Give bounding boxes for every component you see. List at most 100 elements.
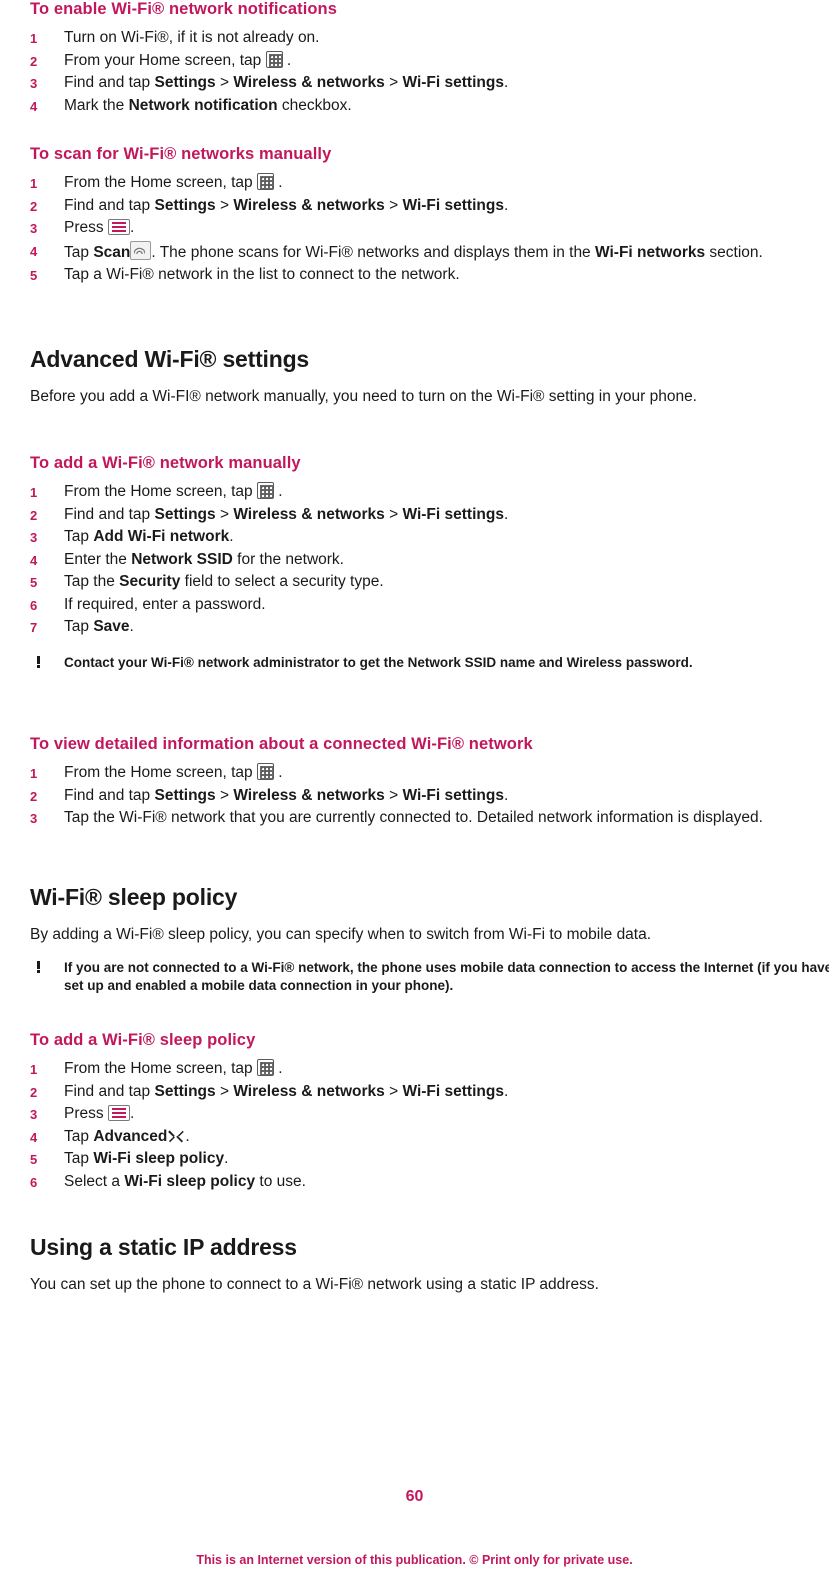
list-item: 6 If required, enter a password.	[30, 595, 820, 616]
step-text-post: .	[282, 51, 292, 69]
step-number: 3	[30, 221, 38, 236]
step-text: From the Home screen, tap	[64, 764, 257, 781]
step-text: Find and tap	[64, 1082, 155, 1100]
step-number: 2	[30, 788, 38, 804]
separator: >	[384, 505, 403, 523]
step-list: 1 From the Home screen, tap . 2 Find and…	[30, 173, 820, 286]
list-item: 2 Find and tap Settings > Wireless & net…	[30, 786, 820, 807]
ui-term: Wireless password	[566, 655, 689, 670]
ui-term: Wireless & networks	[233, 505, 385, 523]
footer-note-rest: © Print only for private use.	[469, 1553, 633, 1567]
ui-term: Wireless & networks	[233, 196, 385, 214]
step-text: Tap the Wi-Fi® network that you are curr…	[64, 809, 763, 826]
list-item: 3 Tap the Wi-Fi® network that you are cu…	[30, 808, 764, 829]
step-text: Press	[64, 1105, 108, 1122]
list-item: 5 Tap Wi-Fi sleep policy.	[30, 1149, 820, 1170]
separator: >	[215, 1082, 234, 1100]
procedure-title: To add a Wi-Fi® network manually	[30, 454, 301, 472]
ui-term: Network SSID	[407, 655, 497, 670]
step-text: Tap	[64, 528, 94, 545]
section-add-network: To add a Wi-Fi® network manually 1 From …	[30, 454, 820, 640]
procedure-title: To scan for Wi-Fi® networks manually	[30, 145, 332, 163]
step-text: Tap	[64, 1127, 94, 1145]
note-text-mid: name and	[496, 655, 567, 670]
step-text-post: checkbox.	[277, 96, 352, 114]
apps-grid-icon	[256, 763, 274, 780]
step-text: Turn on Wi-Fi®, if it is not already on.	[64, 29, 320, 46]
list-item: 2 From your Home screen, tap .	[30, 50, 820, 72]
step-number: 6	[30, 597, 38, 613]
ui-term: Wi-Fi settings	[402, 196, 504, 214]
step-text-post: for the network.	[232, 550, 344, 568]
ui-term: Settings	[154, 505, 216, 523]
list-item: 4 Tap Advanced .	[30, 1127, 820, 1148]
list-item: 5 Tap the Security field to select a sec…	[30, 572, 820, 593]
step-number: 3	[30, 76, 38, 91]
apps-grid-icon	[265, 50, 283, 68]
step-text-post: .	[503, 196, 509, 214]
step-text: Find and tap	[64, 196, 155, 214]
step-text-post: .	[273, 1060, 283, 1077]
ui-term: Wi-Fi settings	[402, 74, 504, 91]
warning-icon	[33, 655, 43, 670]
apps-grid-icon	[256, 173, 274, 190]
note-text-post: .	[688, 655, 693, 670]
ui-term: Settings	[154, 1082, 216, 1100]
step-text: Enter the	[64, 550, 132, 568]
step-text-post: field to select a security type.	[180, 573, 384, 590]
apps-grid-icon	[256, 482, 274, 499]
menu-key-icon	[107, 219, 130, 235]
step-text-post: .	[129, 1105, 135, 1122]
step-text: Mark the	[64, 96, 129, 114]
step-text-post: .	[273, 764, 283, 781]
step-text: From your Home screen, tap	[64, 51, 266, 69]
list-item: 6 Select a Wi-Fi sleep policy to use.	[30, 1172, 820, 1193]
ui-term: Security	[119, 573, 181, 590]
ui-term: Advanced	[93, 1127, 168, 1145]
step-number: 2	[30, 198, 38, 214]
ui-term: Wi-Fi settings	[402, 1082, 504, 1100]
step-text: Find and tap	[64, 505, 155, 523]
step-text-post: .	[503, 1082, 509, 1100]
step-text: Tap the	[64, 573, 120, 590]
list-item: 1 From the Home screen, tap .	[30, 482, 820, 503]
page-title: Wi-Fi® sleep policy	[30, 884, 238, 910]
ui-term: Wi-Fi sleep policy	[93, 1150, 225, 1167]
ui-term: Network notification	[128, 96, 278, 114]
step-number: 1	[30, 766, 38, 781]
step-number: 4	[30, 243, 38, 259]
procedure-title: To enable Wi-Fi® network notifications	[30, 0, 338, 18]
ui-term: Wireless & networks	[233, 1082, 385, 1100]
section-add-sleep-policy: To add a Wi-Fi® sleep policy 1 From the …	[30, 1031, 820, 1194]
step-number: 3	[30, 811, 38, 826]
note-sleep: If you are not connected to a Wi-Fi® net…	[30, 959, 829, 995]
section-sleep-policy: Wi-Fi® sleep policy By adding a Wi-Fi® s…	[30, 884, 820, 945]
step-text-post: section.	[705, 243, 763, 261]
page-title: Using a static IP address	[30, 1234, 297, 1260]
warning-icon	[33, 960, 43, 975]
list-item: 4 Tap Scan . The phone scans for Wi-Fi® n…	[30, 240, 820, 264]
document-page: To enable Wi-Fi® network notifications 1…	[0, 0, 829, 1590]
body-paragraph: By adding a Wi-Fi® sleep policy, you can…	[30, 926, 652, 943]
note-text: If you are not connected to a Wi-Fi® net…	[64, 960, 829, 993]
step-text: Tap	[64, 1150, 94, 1167]
step-number: 2	[30, 507, 38, 523]
step-text-post: .	[503, 786, 509, 804]
list-item: 1 From the Home screen, tap .	[30, 763, 820, 784]
step-text: Tap	[64, 618, 94, 635]
body-paragraph: Before you add a Wi-FI® network manually…	[30, 388, 697, 405]
list-item: 1 From the Home screen, tap .	[30, 1059, 820, 1080]
step-text: From the Home screen, tap	[64, 1060, 257, 1077]
ui-term: Wi-Fi networks	[595, 243, 706, 261]
separator: >	[384, 786, 403, 804]
step-number: 4	[30, 552, 38, 568]
step-number: 2	[30, 53, 38, 69]
step-text-mid: . The phone scans for Wi-Fi® networks an…	[151, 243, 595, 261]
list-item: 3 Press .	[30, 1104, 820, 1125]
step-number: 5	[30, 1152, 38, 1167]
apps-grid-icon	[256, 1059, 274, 1076]
step-text: Tap	[64, 243, 94, 261]
separator: >	[384, 1082, 403, 1100]
section-enable-notifications: To enable Wi-Fi® network notifications 1…	[30, 0, 820, 118]
ui-term: Network SSID	[131, 550, 233, 568]
